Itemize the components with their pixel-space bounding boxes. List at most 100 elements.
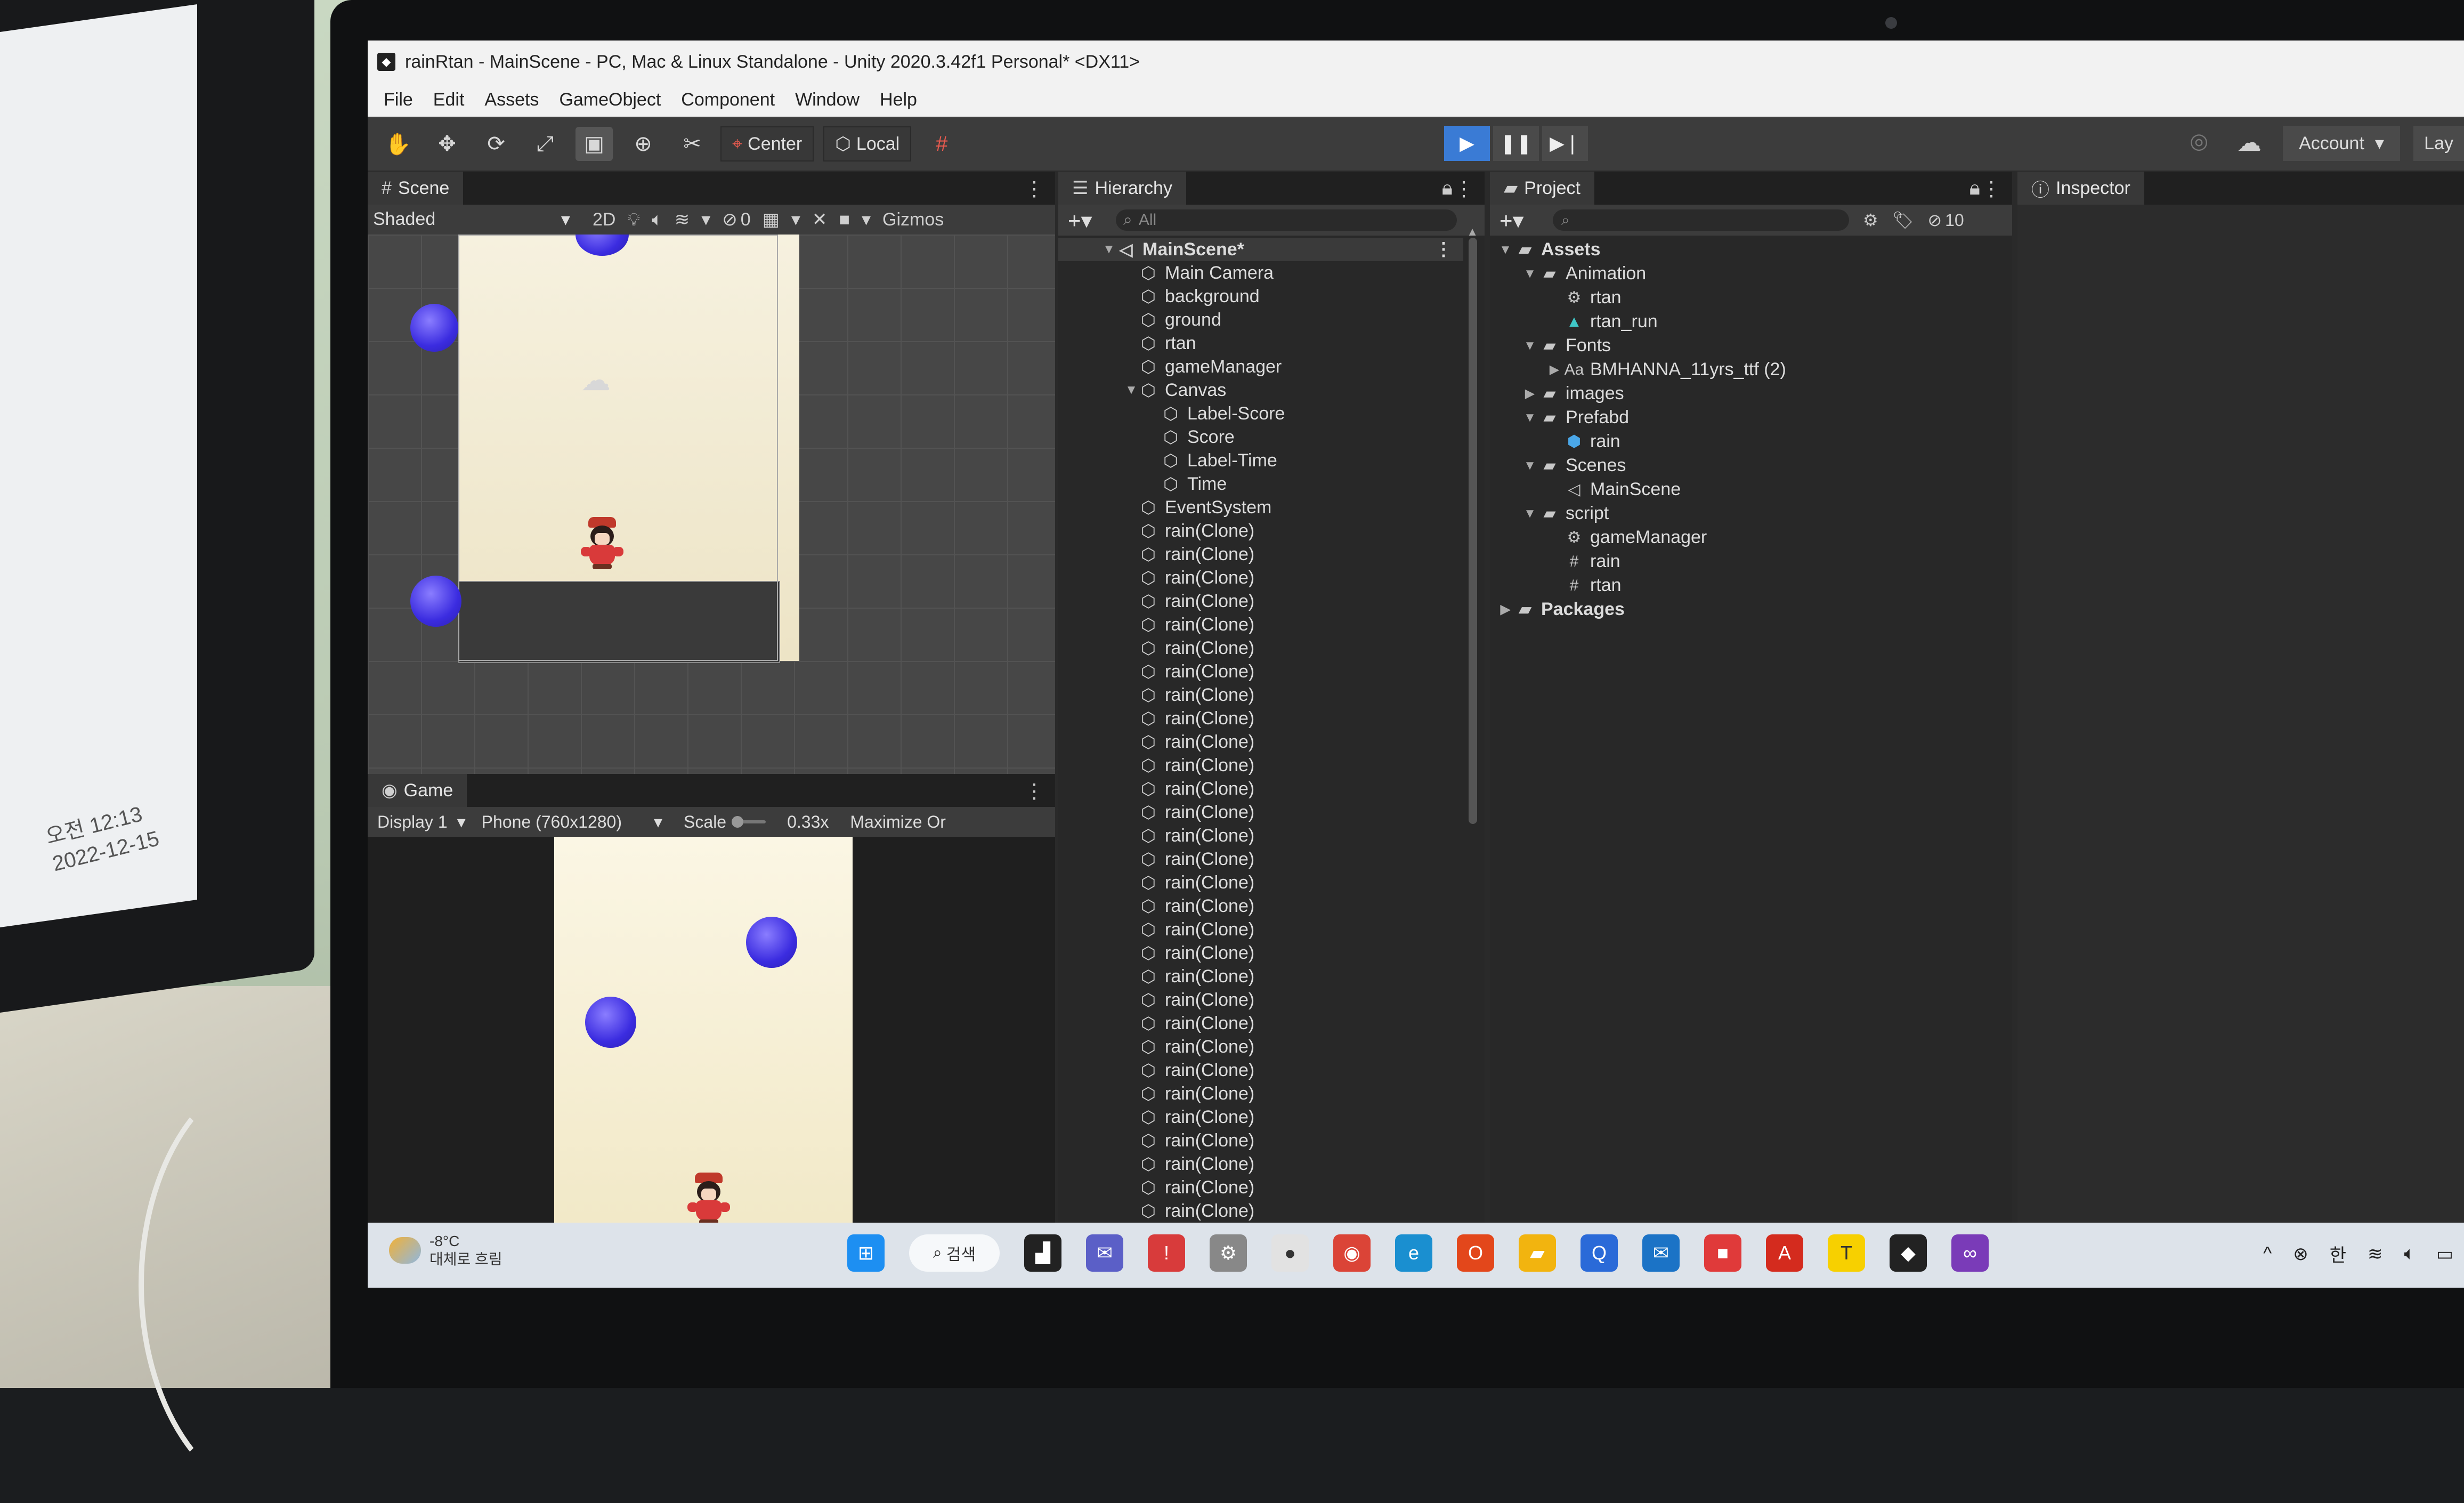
hierarchy-item[interactable]: ⬡ rain(Clone): [1058, 754, 1463, 777]
project-item[interactable]: ▼ ▰ Fonts: [1490, 334, 2001, 358]
project-item[interactable]: ▶ Aa BMHANNA_11yrs_ttf (2): [1490, 358, 2001, 382]
project-item[interactable]: ▼ ▰ script: [1490, 502, 2001, 526]
game-viewport[interactable]: [368, 837, 1055, 1263]
tools-icon[interactable]: ✕: [812, 209, 828, 230]
taskbar-search[interactable]: ⌕ 검색: [909, 1234, 1000, 1272]
hierarchy-item[interactable]: ⬡ rain(Clone): [1058, 543, 1463, 566]
more-icon[interactable]: ⋮: [1434, 239, 1453, 260]
filter-by-type-icon[interactable]: ⚙: [1863, 210, 1878, 230]
audio-icon[interactable]: 🔈︎: [652, 209, 662, 230]
visual-studio-icon[interactable]: ∞: [1951, 1234, 1989, 1272]
chevron-down-icon[interactable]: ▼: [1521, 458, 1539, 473]
hierarchy-item[interactable]: ⬡ rain(Clone): [1058, 660, 1463, 683]
chevron-up-icon[interactable]: ^: [2263, 1243, 2272, 1264]
menu-file[interactable]: File: [384, 90, 413, 110]
hierarchy-item[interactable]: ⬡ ground: [1058, 308, 1463, 332]
move-tool-icon[interactable]: ✥: [428, 127, 466, 161]
hierarchy-item[interactable]: ⬡ rain(Clone): [1058, 847, 1463, 871]
hierarchy-item[interactable]: ⬡ rain(Clone): [1058, 1152, 1463, 1176]
edge-icon[interactable]: e: [1395, 1234, 1432, 1272]
menu-gameobject[interactable]: GameObject: [559, 90, 661, 110]
project-item[interactable]: ▼ ▰ Animation: [1490, 262, 2001, 286]
pause-button[interactable]: ❚❚: [1493, 126, 1539, 161]
maximize-on-play-button[interactable]: Maximize Or: [850, 812, 946, 832]
lock-icon[interactable]: 🔒︎: [1969, 177, 1980, 200]
wifi-icon[interactable]: ≋: [2368, 1243, 2383, 1265]
pivot-center-button[interactable]: ⌖ Center: [720, 126, 814, 161]
unity-icon[interactable]: ◆: [1890, 1234, 1927, 1272]
hierarchy-item[interactable]: ⬡ rain(Clone): [1058, 589, 1463, 613]
project-item[interactable]: ⚙ rtan: [1490, 286, 2001, 310]
hierarchy-item[interactable]: ⬡ rain(Clone): [1058, 730, 1463, 754]
chevron-right-icon[interactable]: ▶: [1545, 362, 1563, 377]
transform-tool-icon[interactable]: ⊕: [625, 127, 662, 161]
chevron-right-icon[interactable]: ▶: [1496, 602, 1514, 617]
play-button[interactable]: ▶: [1444, 126, 1490, 161]
hierarchy-item[interactable]: ⬡ rain(Clone): [1058, 1176, 1463, 1199]
tab-inspector[interactable]: ⓘ Inspector: [2017, 172, 2144, 205]
battery-icon[interactable]: ▭: [2436, 1243, 2453, 1265]
weather-widget[interactable]: -8°C 대체로 흐림: [389, 1232, 502, 1268]
hierarchy-item[interactable]: ⬡ rain(Clone): [1058, 777, 1463, 801]
task-view-icon[interactable]: ▟: [1024, 1234, 1061, 1272]
app-tray-icon[interactable]: ⊗: [2293, 1243, 2308, 1265]
app-icon[interactable]: !: [1148, 1234, 1185, 1272]
lock-icon[interactable]: 🔒︎: [1442, 177, 1453, 200]
hand-tool-icon[interactable]: ✋: [379, 127, 417, 161]
chevron-down-icon[interactable]: ▼: [1521, 410, 1539, 425]
hidden-objects-icon[interactable]: ⊘: [722, 209, 737, 230]
chevron-down-icon[interactable]: ▼: [1123, 383, 1139, 398]
rain-drop[interactable]: [410, 576, 461, 627]
chevron-down-icon[interactable]: ▼: [1101, 242, 1117, 257]
layers-dropdown[interactable]: Lay: [2413, 126, 2464, 161]
hierarchy-item[interactable]: ⬡ background: [1058, 285, 1463, 308]
hierarchy-item[interactable]: ⬡ rain(Clone): [1058, 636, 1463, 660]
hierarchy-item[interactable]: ⬡ rain(Clone): [1058, 1199, 1463, 1223]
chevron-down-icon[interactable]: ▾: [701, 209, 710, 230]
scroll-up-icon[interactable]: ▲: [1466, 225, 1478, 239]
project-search-input[interactable]: ⌕: [1553, 209, 1849, 231]
office-icon[interactable]: O: [1457, 1234, 1494, 1272]
create-plus-icon[interactable]: +▾: [1500, 207, 1537, 233]
project-item[interactable]: # rtan: [1490, 573, 2001, 597]
project-item[interactable]: ▶ ▰ Packages: [1490, 597, 2001, 621]
menu-window[interactable]: Window: [795, 90, 860, 110]
project-item[interactable]: ▼ ▰ Assets: [1490, 238, 2001, 262]
project-item[interactable]: ▶ ▰ images: [1490, 382, 2001, 406]
browser-icon[interactable]: Q: [1580, 1234, 1618, 1272]
rect-tool-icon[interactable]: ▣: [576, 127, 613, 161]
hierarchy-item[interactable]: ⬡ Main Camera: [1058, 261, 1463, 285]
step-button[interactable]: ▶❘: [1542, 126, 1588, 161]
camera-icon[interactable]: ■: [839, 209, 850, 230]
project-item[interactable]: ⬢ rain: [1490, 430, 2001, 454]
chat-icon[interactable]: ✉: [1086, 1234, 1123, 1272]
hierarchy-item[interactable]: ⬡ EventSystem: [1058, 496, 1463, 519]
rtan-character[interactable]: [581, 517, 623, 570]
menu-assets[interactable]: Assets: [484, 90, 539, 110]
hierarchy-item[interactable]: ⬡ Label-Score: [1058, 402, 1463, 425]
hierarchy-item[interactable]: ⬡ rain(Clone): [1058, 988, 1463, 1012]
mode-2d-toggle[interactable]: 2D: [593, 209, 615, 230]
hierarchy-item[interactable]: ⬡ rain(Clone): [1058, 871, 1463, 894]
hierarchy-search-input[interactable]: ⌕ All: [1116, 209, 1457, 231]
gizmos-button[interactable]: Gizmos: [882, 209, 944, 230]
app-icon[interactable]: ■: [1704, 1234, 1741, 1272]
hierarchy-item[interactable]: ⬡ rain(Clone): [1058, 1105, 1463, 1129]
chevron-down-icon[interactable]: ▾: [791, 209, 800, 230]
project-item[interactable]: ◁ MainScene: [1490, 478, 2001, 502]
cloud-icon[interactable]: ☁: [2237, 128, 2262, 157]
tab-project[interactable]: ▰ Project: [1490, 172, 1594, 205]
chevron-down-icon[interactable]: ▼: [1521, 266, 1539, 281]
chevron-down-icon[interactable]: ▼: [1521, 338, 1539, 353]
more-icon[interactable]: ⋮: [1454, 177, 1474, 201]
chrome-icon[interactable]: ◉: [1333, 1234, 1371, 1272]
hierarchy-item[interactable]: ⬡ rain(Clone): [1058, 1035, 1463, 1058]
shading-dropdown[interactable]: Shaded ▾: [368, 209, 581, 230]
project-item[interactable]: ▼ ▰ Scenes: [1490, 454, 2001, 478]
hierarchy-item[interactable]: ⬡ rain(Clone): [1058, 519, 1463, 543]
project-item[interactable]: ⚙ gameManager: [1490, 526, 2001, 550]
hierarchy-item[interactable]: ⬡ rain(Clone): [1058, 1082, 1463, 1105]
chevron-right-icon[interactable]: ▶: [1521, 386, 1539, 401]
lighting-icon[interactable]: 💡︎: [627, 209, 640, 230]
menu-help[interactable]: Help: [880, 90, 917, 110]
